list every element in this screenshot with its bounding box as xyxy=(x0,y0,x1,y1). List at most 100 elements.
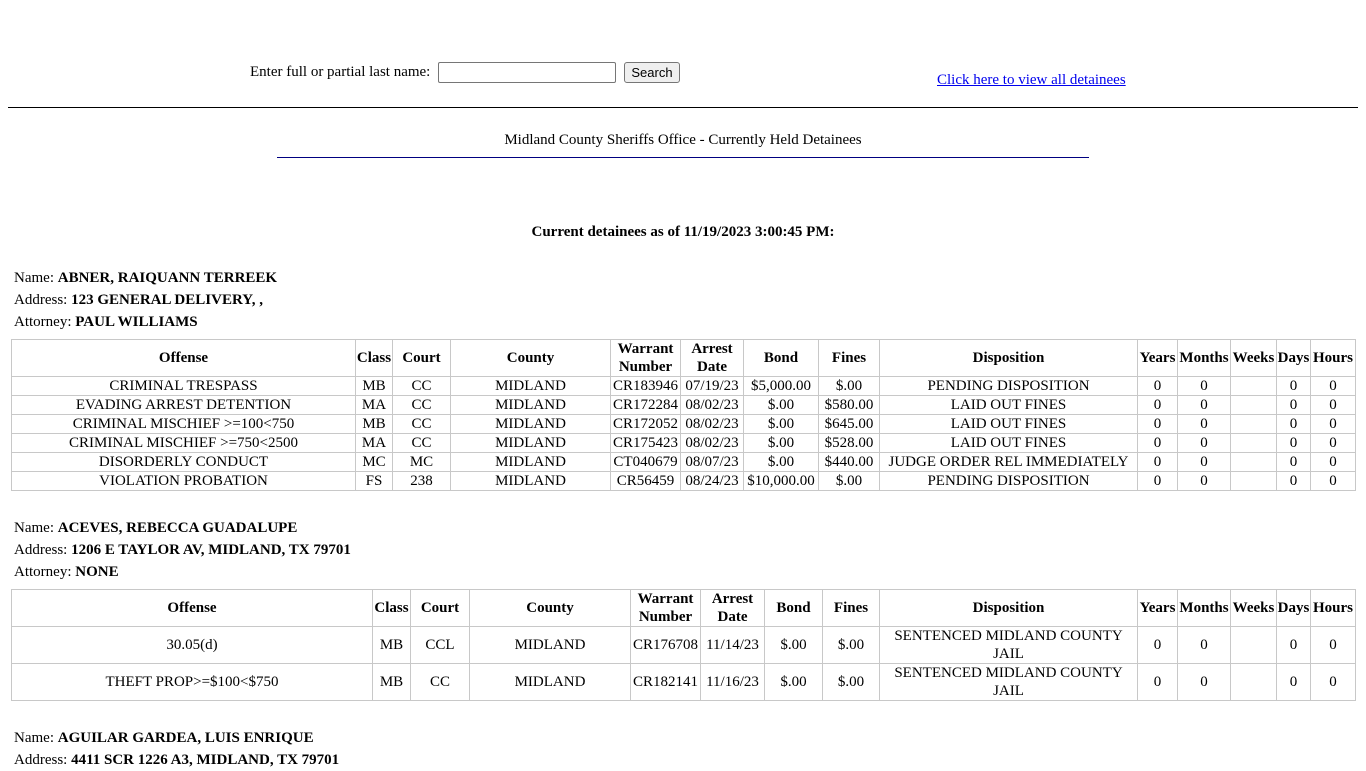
charge-cell: DISORDERLY CONDUCT xyxy=(11,452,356,472)
charge-cell: 0 xyxy=(1177,471,1231,491)
detainee-name: AGUILAR GARDEA, LUIS ENRIQUE xyxy=(57,730,314,746)
column-header: Warrant Number xyxy=(630,589,701,627)
charge-cell: SENTENCED MIDLAND COUNTY JAIL xyxy=(879,663,1138,701)
charge-cell: MB xyxy=(355,376,393,396)
charge-cell: 0 xyxy=(1137,626,1178,664)
charge-cell: 0 xyxy=(1276,626,1311,664)
column-header: Hours xyxy=(1310,589,1356,627)
charge-cell: MA xyxy=(355,433,393,453)
attorney-line: Attorney: PAUL WILLIAMS xyxy=(14,314,198,330)
charge-cell: CR172284 xyxy=(610,395,681,415)
charge-cell: PENDING DISPOSITION xyxy=(879,471,1138,491)
charge-cell: $5,000.00 xyxy=(743,376,819,396)
charge-cell: MIDLAND xyxy=(450,414,611,434)
charge-cell: 08/02/23 xyxy=(680,433,744,453)
charge-row: CRIMINAL MISCHIEF >=750<2500 MA CC MIDLAND C… xyxy=(11,433,1356,453)
charge-cell: 0 xyxy=(1276,376,1311,396)
name-line: Name: ABNER, RAIQUANN TERREEK xyxy=(14,270,278,286)
column-header: County xyxy=(469,589,631,627)
charge-cell: MIDLAND xyxy=(450,395,611,415)
charge-cell: $.00 xyxy=(764,626,823,664)
charge-cell: CC xyxy=(392,376,451,396)
charge-row: CRIMINAL MISCHIEF >=100<750 MB CC MIDLAND CR… xyxy=(11,414,1356,434)
charge-cell: 08/02/23 xyxy=(680,395,744,415)
charge-cell: LAID OUT FINES xyxy=(879,433,1138,453)
detainee-address: 123 GENERAL DELIVERY, , xyxy=(71,292,263,308)
charge-cell: MB xyxy=(355,414,393,434)
charge-cell xyxy=(1230,376,1277,396)
charge-cell: 0 xyxy=(1177,433,1231,453)
charge-cell: 0 xyxy=(1137,414,1178,434)
column-header: Class xyxy=(372,589,411,627)
charge-cell: 0 xyxy=(1137,395,1178,415)
charge-cell xyxy=(1230,452,1277,472)
charge-row: THEFT PROP>=$100<$750 MB CC MIDLAND CR182141… xyxy=(11,663,1356,701)
charge-cell: CR176708 xyxy=(630,626,701,664)
attorney-line: Attorney: NONE xyxy=(14,564,119,580)
charge-cell: $.00 xyxy=(818,471,880,491)
charge-cell: CT040679 xyxy=(610,452,681,472)
charge-cell: 0 xyxy=(1276,395,1311,415)
charge-cell: 0 xyxy=(1137,376,1178,396)
charge-cell: PENDING DISPOSITION xyxy=(879,376,1138,396)
charge-row: CRIMINAL TRESPASS MB CC MIDLAND CR183946 07/1… xyxy=(11,376,1356,396)
charge-cell: CC xyxy=(392,395,451,415)
charge-cell: $645.00 xyxy=(818,414,880,434)
column-header: Disposition xyxy=(879,589,1138,627)
charge-cell: $.00 xyxy=(818,376,880,396)
charge-cell: 0 xyxy=(1310,452,1356,472)
charges-table: Offense Class Court County Warrant Number Arr… xyxy=(11,339,1356,491)
charge-cell: 07/19/23 xyxy=(680,376,744,396)
charge-cell: 0 xyxy=(1310,433,1356,453)
charge-cell: $.00 xyxy=(743,452,819,472)
charge-cell: CRIMINAL MISCHIEF >=100<750 xyxy=(11,414,356,434)
search-button[interactable]: Search xyxy=(624,62,680,83)
search-form: Enter full or partial last name: Search xyxy=(250,62,680,83)
charge-cell: CC xyxy=(392,414,451,434)
charge-cell xyxy=(1230,433,1277,453)
charge-cell: MIDLAND xyxy=(450,433,611,453)
charge-cell: MB xyxy=(372,626,411,664)
detainee-info: Name: AGUILAR GARDEA, LUIS ENRIQUE Addre… xyxy=(14,727,339,771)
charge-cell: MIDLAND xyxy=(450,376,611,396)
charge-cell: CR175423 xyxy=(610,433,681,453)
charge-cell xyxy=(1230,663,1277,701)
last-name-input[interactable] xyxy=(438,62,617,83)
detainee-attorney: PAUL WILLIAMS xyxy=(75,314,198,330)
search-label: Enter full or partial last name: xyxy=(250,64,431,80)
detainee-name: ABNER, RAIQUANN TERREEK xyxy=(57,270,278,286)
charge-cell: $.00 xyxy=(764,663,823,701)
column-header: Months xyxy=(1177,339,1231,377)
title-underline xyxy=(277,157,1089,158)
charge-cell: $528.00 xyxy=(818,433,880,453)
charge-cell xyxy=(1230,395,1277,415)
charge-cell: 0 xyxy=(1276,663,1311,701)
charges-table: Offense Class Court County Warrant Number Arr… xyxy=(11,589,1356,701)
charge-cell: LAID OUT FINES xyxy=(879,395,1138,415)
charge-cell: 0 xyxy=(1137,663,1178,701)
charge-cell: CC xyxy=(392,433,451,453)
charge-cell: 0 xyxy=(1177,452,1231,472)
charge-cell: LAID OUT FINES xyxy=(879,414,1138,434)
column-header: Court xyxy=(410,589,470,627)
charge-cell: 11/14/23 xyxy=(700,626,765,664)
charge-cell: VIOLATION PROBATION xyxy=(11,471,356,491)
charge-cell: THEFT PROP>=$100<$750 xyxy=(11,663,373,701)
charge-cell: 0 xyxy=(1310,471,1356,491)
charge-cell: 0 xyxy=(1137,452,1178,472)
detainee-address: 1206 E TAYLOR AV, MIDLAND, TX 79701 xyxy=(71,542,351,558)
charge-cell: 0 xyxy=(1177,663,1231,701)
charge-cell: MB xyxy=(372,663,411,701)
charge-cell: MC xyxy=(355,452,393,472)
detainee-info: Name: ABNER, RAIQUANN TERREEK Address: 1… xyxy=(14,267,277,333)
charge-cell: 0 xyxy=(1177,395,1231,415)
column-header: Class xyxy=(355,339,393,377)
column-header: Months xyxy=(1177,589,1231,627)
charge-cell: $440.00 xyxy=(818,452,880,472)
column-header: Arrest Date xyxy=(680,339,744,377)
detainee-name: ACEVES, REBECCA GUADALUPE xyxy=(57,520,298,536)
charge-cell: 238 xyxy=(392,471,451,491)
charge-cell: EVADING ARREST DETENTION xyxy=(11,395,356,415)
view-all-detainees-link[interactable]: Click here to view all detainees xyxy=(937,72,1126,89)
column-header: Weeks xyxy=(1230,589,1277,627)
